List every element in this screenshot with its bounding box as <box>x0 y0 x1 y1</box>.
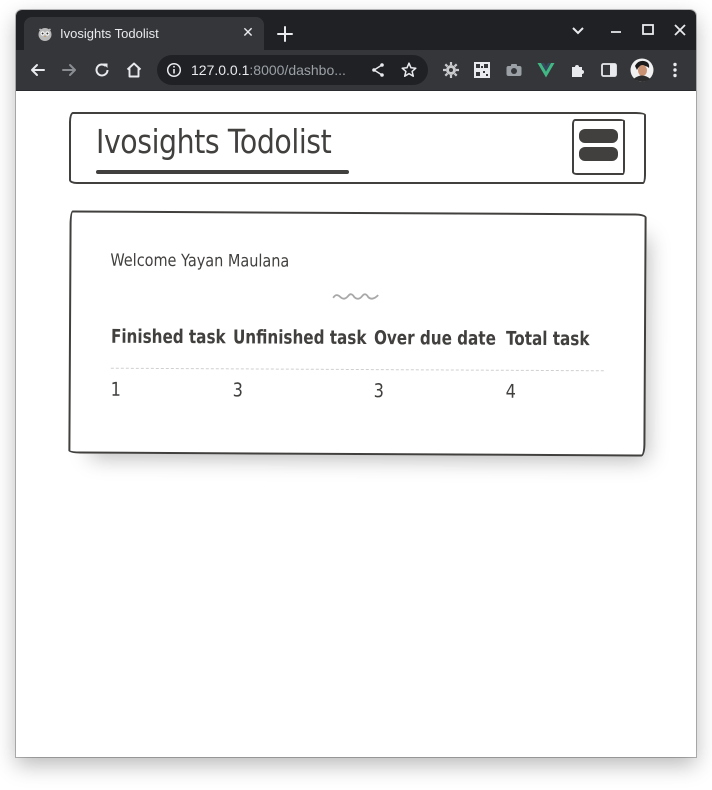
maximize-icon[interactable] <box>639 21 657 39</box>
brand-title[interactable]: Ivosights Todolist <box>96 122 332 161</box>
address-bar[interactable]: 127.0.0.1:8000/dashbo... <box>157 55 428 85</box>
url-path: :8000/dashbo... <box>249 62 346 78</box>
welcome-text: Welcome Yayan Maulana <box>110 250 290 272</box>
value-finished-task: 1 <box>110 378 122 401</box>
share-icon[interactable] <box>369 61 387 79</box>
home-icon[interactable] <box>124 60 144 80</box>
owl-icon <box>38 28 52 41</box>
tab-search-chevron-icon[interactable] <box>569 21 587 39</box>
header-over-due-date: Over due date <box>373 327 496 350</box>
header-total-task: Total task <box>505 327 590 351</box>
extension-gear-icon[interactable] <box>441 60 461 80</box>
tab-title: Ivosights Todolist <box>60 26 159 41</box>
new-tab-button[interactable] <box>275 24 295 44</box>
vue-devtools-icon[interactable] <box>536 60 556 80</box>
header-finished-task: Finished task <box>110 325 226 349</box>
tab-close-icon[interactable]: ✕ <box>240 25 256 41</box>
value-unfinished-task: 3 <box>232 379 244 402</box>
site-info-icon[interactable] <box>166 62 182 78</box>
header-separator <box>110 367 604 372</box>
stats-table: Finished task Unfinished task Over due d… <box>111 321 604 403</box>
camera-icon[interactable] <box>504 60 524 80</box>
forward-arrow-icon[interactable] <box>59 60 79 80</box>
back-arrow-icon[interactable] <box>28 60 48 80</box>
browser-toolbar: 127.0.0.1:8000/dashbo... <box>16 50 696 91</box>
browser-menu-icon[interactable] <box>665 60 685 80</box>
value-over-due-date: 3 <box>373 380 385 403</box>
url-text: 127.0.0.1:8000/dashbo... <box>191 62 346 78</box>
minimize-icon[interactable] <box>607 21 625 39</box>
menu-toggle-button[interactable] <box>572 119 625 175</box>
value-total-task: 4 <box>505 380 517 403</box>
squiggle-divider <box>332 293 379 300</box>
qr-code-icon[interactable] <box>472 60 492 80</box>
url-host: 127.0.0.1 <box>191 62 250 78</box>
header-unfinished-task: Unfinished task <box>232 326 367 350</box>
menu-bar-bottom <box>579 147 618 161</box>
browser-window: Ivosights Todolist ✕ 127.0.0.1:8000/dash… <box>16 10 696 757</box>
browser-tab[interactable]: Ivosights Todolist ✕ <box>24 17 264 50</box>
title-bar: Ivosights Todolist ✕ <box>16 10 696 50</box>
dashboard-card: Welcome Yayan Maulana Finished task Unfi… <box>68 210 647 457</box>
profile-avatar[interactable] <box>630 58 654 82</box>
extensions-puzzle-icon[interactable] <box>568 60 588 80</box>
brand-underline <box>96 170 349 174</box>
side-panel-icon[interactable] <box>599 60 619 80</box>
menu-bar-top <box>579 129 618 143</box>
page-content: Ivosights Todolist Welcome Yayan Maulana… <box>16 91 696 757</box>
bookmark-star-icon[interactable] <box>400 61 418 79</box>
top-navbar: Ivosights Todolist <box>69 112 646 184</box>
close-window-icon[interactable] <box>671 21 689 39</box>
reload-icon[interactable] <box>92 60 112 80</box>
